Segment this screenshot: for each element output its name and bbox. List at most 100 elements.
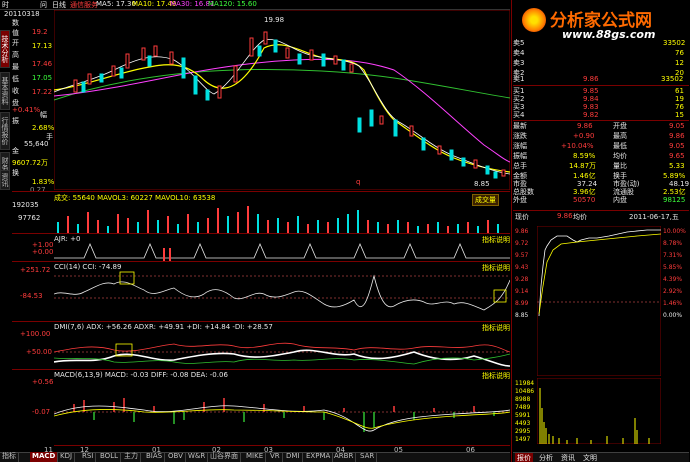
info-label-9: 振 bbox=[12, 117, 19, 125]
intraday-vol-1: 10486 bbox=[515, 388, 535, 395]
tab-dmi[interactable]: DMI bbox=[284, 452, 303, 462]
intraday-vol-3: 7489 bbox=[515, 404, 531, 411]
tab-kdj[interactable]: KDJ bbox=[58, 452, 76, 462]
intraday-chart[interactable]: 9.86 9.72 9.57 9.43 9.28 9.14 8.99 8.85 … bbox=[513, 224, 689, 452]
intraday-bottom-tabs: 报价 分析 资讯 文明 bbox=[513, 452, 689, 462]
stat-row-1: 涨跌 +0.90 最高 9.86 bbox=[513, 132, 685, 140]
ajr-y-bot: +0.00 bbox=[32, 248, 54, 256]
tab-bias[interactable]: BIAS bbox=[144, 452, 166, 462]
macd-panel[interactable]: MACD(6,13,9) MACD: -0.03 DIFF: -0.08 DEA… bbox=[12, 369, 510, 445]
info-label-8: 幅 bbox=[40, 111, 47, 119]
info-value-12: 1.83% bbox=[32, 178, 55, 186]
side-tab-tech[interactable]: 技术分析 bbox=[0, 30, 10, 68]
info-value-6: 17.22 bbox=[32, 88, 53, 96]
macd-y-top: +0.56 bbox=[32, 378, 54, 386]
site-logo: 分析家公式网 www.88gs.com bbox=[522, 6, 690, 42]
intraday-y-right-1: 8.78% bbox=[663, 240, 683, 247]
stat-row-8: 外盘 50570 内盘 98125 bbox=[513, 196, 686, 204]
sell-row-3: 卖3 12 bbox=[513, 59, 684, 67]
info-label-5: 低 bbox=[12, 75, 19, 83]
dmi-lines bbox=[54, 342, 510, 367]
intraday-vol-5: 4493 bbox=[515, 420, 531, 427]
menu-time[interactable]: 时 bbox=[2, 0, 9, 10]
cci-y-bot: -84.53 bbox=[20, 292, 43, 300]
tab-wr[interactable]: W&R bbox=[186, 452, 209, 462]
tab-arbr[interactable]: ARBR bbox=[332, 452, 357, 462]
tab-quote[interactable]: 报价 bbox=[515, 453, 533, 462]
sell-row-4: 卖4 76 bbox=[513, 49, 684, 57]
intraday-header: 现价 9.86 均价 2011-06-17,五 bbox=[513, 212, 689, 222]
intraday-vol-2: 8988 bbox=[515, 396, 531, 403]
tab-boll[interactable]: BOLL bbox=[98, 452, 121, 462]
stat-row-3: 振幅 8.59% 均价 9.65 bbox=[513, 152, 685, 160]
low-marker: 8.85 bbox=[474, 180, 490, 188]
dmi-panel[interactable]: DMI(7,6) ADX: +56.26 ADXR: +49.91 +DI: +… bbox=[12, 321, 510, 369]
cci-line bbox=[54, 271, 510, 311]
side-tab-news[interactable]: 资讯 bbox=[0, 170, 10, 190]
info-label-6: 收 bbox=[12, 87, 19, 95]
sell-row-1: 卖1 9.86 33502 bbox=[513, 75, 684, 83]
volume-panel[interactable]: 成交: 55640 MAVOL3: 60227 MAVOL10: 63538 1… bbox=[12, 191, 510, 234]
tab-mike[interactable]: MIKE bbox=[244, 452, 267, 462]
tab-obv[interactable]: OBV bbox=[166, 452, 186, 462]
order-book: 卖5 33502 卖4 76 卖3 12 卖2 20 卖1 9.86 33502 买1 9.8… bbox=[513, 38, 689, 120]
left-info-panel: 数 值 19.2 开 17.13 高 最 17.46 低 17.05 收 17.… bbox=[10, 18, 54, 188]
stats-table: 最新 9.86 开盘 9.05 涨跌 +0.90 最高 9.86 涨幅 +10.04% 最低 9.… bbox=[513, 121, 689, 209]
high-marker: 19.98 bbox=[264, 16, 284, 24]
intraday-volume-bars bbox=[537, 378, 661, 444]
volume-y-top: 192035 bbox=[12, 201, 39, 209]
side-tab-quote[interactable]: 行情报价 bbox=[0, 112, 10, 150]
info-label-2: 开 bbox=[12, 39, 19, 47]
intraday-y-left-3: 9.43 bbox=[515, 264, 529, 271]
intraday-y-right-7: 0.00% bbox=[663, 312, 683, 319]
intraday-vol-0: 11984 bbox=[515, 380, 535, 387]
sell-row-5: 卖5 33502 bbox=[513, 39, 686, 47]
intraday-price: 9.86 bbox=[557, 212, 573, 220]
intraday-vol-6: 2995 bbox=[515, 428, 531, 435]
dmi-y-mid: +50.00 bbox=[26, 348, 52, 356]
info-value-1: 19.2 bbox=[32, 28, 48, 36]
ajr-panel[interactable]: AJR: +0 +1.00 +0.00 指标说明 bbox=[12, 233, 510, 262]
tab-macd[interactable]: MACD bbox=[30, 452, 59, 462]
tab-analysis[interactable]: 分析 bbox=[539, 453, 553, 462]
info-value-5: 17.05 bbox=[32, 74, 53, 82]
info-label-3: 高 bbox=[12, 51, 19, 59]
top-toolbar: 时 问 日线 通信服务 MA5: 17.30 MA10: 17.49 MA30:… bbox=[0, 0, 510, 10]
intraday-y-right-6: 1.46% bbox=[663, 300, 683, 307]
intraday-avg-label: 均价 bbox=[573, 213, 587, 221]
cci-panel[interactable]: CCI(14) CCI: -74.89 +251.72 -84.53 指标说明 bbox=[12, 261, 510, 321]
intraday-date: 2011-06-17,五 bbox=[629, 213, 679, 221]
tab-indicator[interactable]: 指标 bbox=[0, 452, 19, 462]
tab-main-force[interactable]: 主力 bbox=[122, 452, 141, 462]
tab-info[interactable]: 资讯 bbox=[561, 453, 575, 462]
macd-chart bbox=[54, 398, 510, 432]
intraday-y-left-6: 8.99 bbox=[515, 300, 529, 307]
dmi-title: DMI(7,6) ADX: +56.26 ADXR: +49.91 +DI: +… bbox=[54, 323, 273, 331]
ma5-label: MA5: 17.30 bbox=[96, 0, 136, 8]
intraday-y-left-4: 9.28 bbox=[515, 276, 529, 283]
intraday-now-label: 现价 bbox=[515, 213, 529, 221]
menu-ask[interactable]: 问 bbox=[40, 0, 47, 10]
intraday-price-line bbox=[537, 226, 661, 376]
side-tab-basic[interactable]: 基本资料 bbox=[0, 72, 10, 110]
info-value-8: +0.41% bbox=[12, 106, 41, 114]
volume-y-mid: 97762 bbox=[18, 214, 41, 222]
tab-rsi[interactable]: RSI bbox=[80, 452, 97, 462]
menu-daily[interactable]: 日线 bbox=[52, 0, 66, 10]
candlestick-chart[interactable]: 19.98 8.85 q bbox=[54, 10, 510, 190]
right-divider bbox=[511, 0, 512, 462]
intraday-divider bbox=[513, 210, 689, 211]
intraday-y-right-5: 2.92% bbox=[663, 288, 683, 295]
tab-expma[interactable]: EXPMA bbox=[304, 452, 334, 462]
tab-valley[interactable]: 山谷界面 bbox=[208, 452, 241, 462]
info-label-11: 金 bbox=[12, 147, 19, 155]
macd-y-mid: -0.07 bbox=[32, 408, 51, 416]
intraday-vol-4: 5991 bbox=[515, 412, 531, 419]
tab-vr[interactable]: VR bbox=[268, 452, 283, 462]
tab-text[interactable]: 文明 bbox=[583, 453, 597, 462]
intraday-y-right-4: 4.39% bbox=[663, 276, 683, 283]
info-label-4: 最 bbox=[12, 63, 19, 71]
tab-sar[interactable]: SAR bbox=[358, 452, 378, 462]
cci-y-top: +251.72 bbox=[20, 266, 51, 274]
info-value-2: 17.13 bbox=[32, 42, 53, 50]
